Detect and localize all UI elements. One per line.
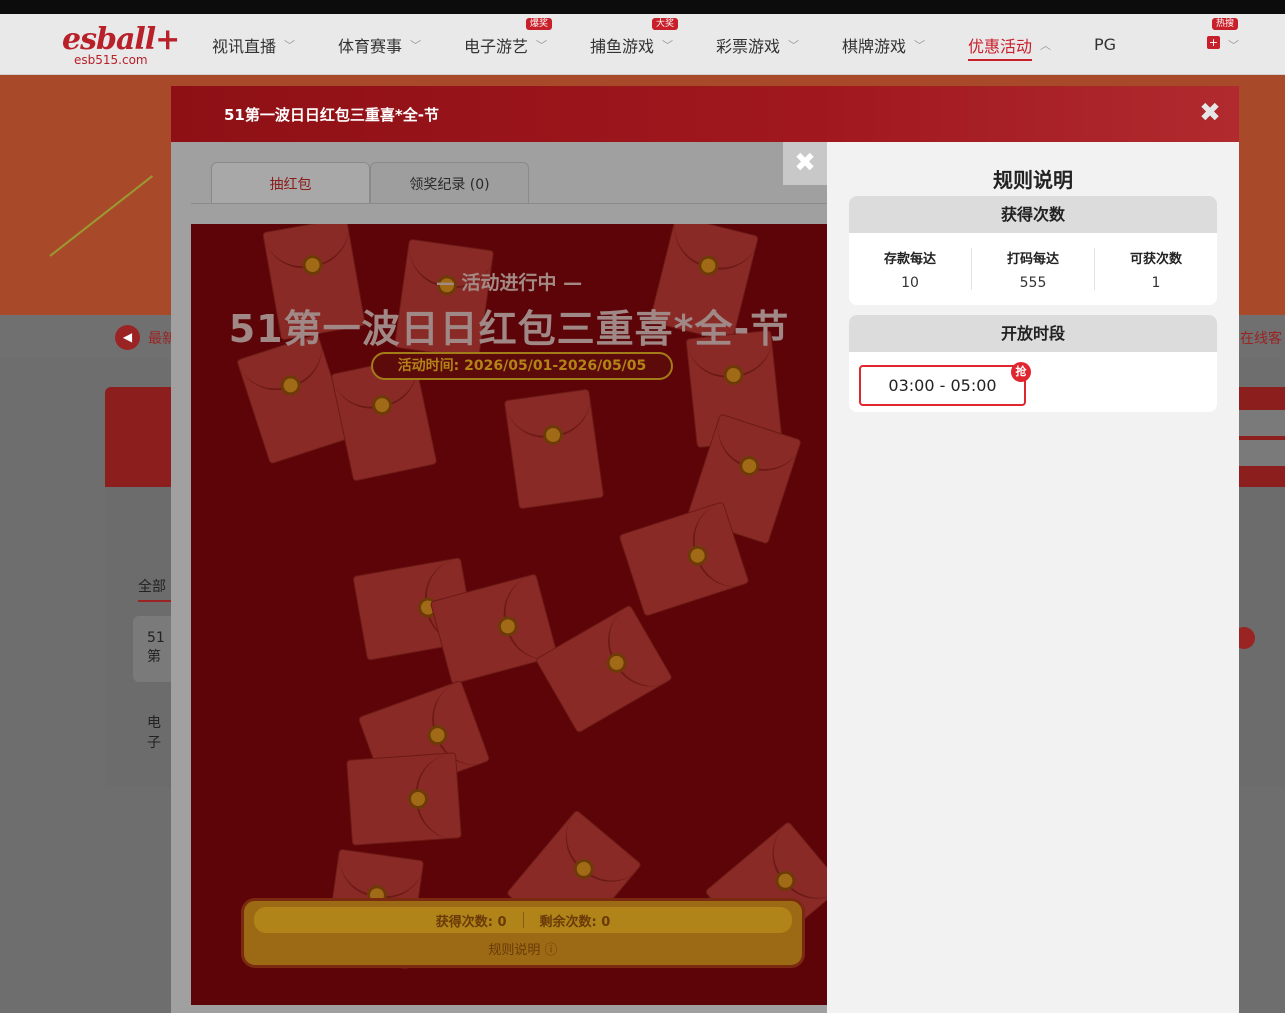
- promo-card-title: 电子: [147, 715, 161, 751]
- plus-icon[interactable]: +: [1207, 36, 1220, 49]
- nav-item-live[interactable]: 视讯直播 ﹀: [212, 14, 338, 75]
- nav-item-promotions[interactable]: 优惠活动 ︿: [968, 14, 1094, 75]
- stat-value: 10: [901, 275, 919, 291]
- nav-item-fishing[interactable]: 大奖捕鱼游戏 ﹀: [590, 14, 716, 75]
- nav-badge: 爆奖: [526, 18, 553, 30]
- chevron-down-icon: ﹀: [536, 38, 548, 52]
- stat-label: 可获次数: [1129, 252, 1182, 267]
- chevron-down-icon: ﹀: [788, 38, 800, 52]
- chevron-down-icon: ﹀: [410, 38, 422, 52]
- rules-title: 规则说明: [993, 168, 1073, 192]
- speaker-icon: ◀: [115, 325, 140, 350]
- stat-label: 存款每达: [883, 252, 936, 267]
- coin-icon: [541, 423, 565, 447]
- site-header: esball+ esb515.com 视讯直播 ﹀ 体育赛事 ﹀ 爆奖电子游艺 ﹀ 大…: [0, 14, 1285, 75]
- rules-link[interactable]: 规则说明 ⓘ: [244, 939, 802, 958]
- chevron-down-icon: ﹀: [662, 38, 674, 52]
- obtained-count: 获得次数: 0: [435, 914, 507, 930]
- earn-stats: 存款每达 10 打码每达 555 可获次数 1: [849, 233, 1217, 305]
- promo-card[interactable]: 51第: [133, 616, 173, 682]
- nav-item-lottery[interactable]: 彩票游戏 ﹀: [716, 14, 842, 75]
- nav-label: 体育赛事: [338, 36, 403, 56]
- nav-item-cards[interactable]: 棋牌游戏 ﹀: [842, 14, 968, 75]
- tabs-divider: [191, 203, 827, 204]
- open-period-card: 开放时段 03:00 - 05:00 抢: [849, 315, 1217, 412]
- coin-icon: [407, 788, 429, 810]
- activity-date: 活动时间: 2026/05/01-2026/05/05: [371, 352, 673, 380]
- stage-title: 51第一波日日红包三重喜*全-节: [228, 307, 790, 351]
- nav-label: 彩票游戏: [716, 36, 781, 56]
- coin-icon: [278, 372, 304, 398]
- red-envelope-stage[interactable]: — 活动进行中 — 51第一波日日红包三重喜*全-节 活动时间: 2026/05…: [191, 224, 827, 1005]
- tab-reward-records[interactable]: 领奖纪录 (0): [370, 162, 529, 204]
- nav-label: PG: [1094, 35, 1117, 54]
- main-nav: 视讯直播 ﹀ 体育赛事 ﹀ 爆奖 电子游艺 ﹀ 大奖 捕鱼游戏 ﹀ 彩票游戏 ﹀ 棋牌游戏 ﹀ …: [212, 14, 1280, 75]
- coin-icon: [370, 393, 394, 417]
- stat-value: 1: [1151, 275, 1161, 291]
- grab-badge: 抢: [1011, 362, 1031, 382]
- open-period-heading: 开放时段: [849, 315, 1217, 352]
- nav-item-pg[interactable]: PG: [1094, 14, 1220, 75]
- stat-value: 555: [1019, 275, 1047, 291]
- nav-item-sports[interactable]: 体育赛事 ﹀: [338, 14, 464, 75]
- site-logo[interactable]: esball+ esb515.com: [60, 22, 180, 70]
- chevron-up-icon: ︿: [1040, 38, 1052, 52]
- chevron-down-icon: ﹀: [914, 38, 926, 52]
- nav-badge: 热搜: [1212, 18, 1239, 30]
- logo-wordmark: esball+: [62, 22, 180, 57]
- nav-item-hot[interactable]: 热搜 ﹀: [1212, 14, 1280, 75]
- coin-icon: [569, 854, 598, 884]
- stat-times: 可获次数 1: [1095, 248, 1217, 291]
- count-bar: 获得次数: 0 剩余次数: 0: [254, 907, 792, 933]
- nav-label: 电子游艺: [464, 36, 529, 56]
- coin-icon: [685, 543, 711, 569]
- close-icon[interactable]: ✖: [783, 142, 827, 185]
- modal-header: 51第一波日日红包三重喜*全-节 ✖: [171, 86, 1239, 142]
- coin-icon: [495, 614, 521, 639]
- coin-icon: [424, 722, 451, 748]
- divider: [522, 912, 524, 928]
- earn-count-card: 获得次数 存款每达 10 打码每达 555 可获次数 1: [849, 196, 1217, 305]
- tab-red-envelope[interactable]: 抽红包: [211, 162, 370, 204]
- promo-card[interactable]: 电子: [133, 700, 173, 760]
- logo-domain: esb515.com: [74, 53, 148, 67]
- close-icon[interactable]: ✖: [1197, 100, 1223, 126]
- modal-title: 51第一波日日红包三重喜*全-节: [224, 106, 439, 124]
- stat-bet: 打码每达 555: [972, 248, 1095, 291]
- nav-label: 优惠活动: [968, 36, 1033, 56]
- stat-label: 打码每达: [1006, 252, 1059, 267]
- stat-deposit: 存款每达 10: [849, 248, 972, 291]
- nav-label: 捕鱼游戏: [590, 36, 655, 56]
- envelope-decoration: [346, 752, 462, 846]
- coin-icon: [722, 363, 745, 386]
- coin-icon: [771, 866, 800, 895]
- top-strip: [0, 0, 1285, 14]
- banner-decoration: [49, 175, 154, 257]
- modal-tabs: 抽红包 领奖纪录 (0): [211, 162, 529, 204]
- envelope-decoration: [503, 388, 605, 510]
- side-tag[interactable]: [1238, 410, 1285, 436]
- nav-label: 棋牌游戏: [842, 36, 907, 56]
- nav-badge: 大奖: [652, 18, 679, 30]
- chevron-down-icon: ﹀: [1228, 38, 1239, 52]
- remaining-count: 剩余次数: 0: [539, 914, 611, 930]
- promo-card-title: 51第: [147, 630, 165, 665]
- chevron-down-icon: ﹀: [284, 38, 296, 52]
- stage-status: — 活动进行中 —: [435, 272, 583, 294]
- nav-item-slots[interactable]: 爆奖电子游艺 ﹀: [464, 14, 590, 75]
- nav-label: 视讯直播: [212, 36, 277, 56]
- coin-icon: [602, 649, 631, 677]
- coin-icon: [736, 453, 762, 479]
- online-service-link[interactable]: 在线客: [1240, 328, 1282, 348]
- rules-panel: 规则说明 获得次数 存款每达 10 打码每达 555 可获次数 1 开放时段 0…: [827, 142, 1239, 1013]
- earn-count-heading: 获得次数: [849, 196, 1217, 233]
- envelope-decoration: [236, 333, 352, 465]
- envelope-decoration: [534, 604, 674, 734]
- promo-modal: 51第一波日日红包三重喜*全-节 ✖ 抽红包 领奖纪录 (0) — 活动进行中 …: [171, 86, 1239, 1013]
- side-tag[interactable]: [1238, 440, 1285, 466]
- count-panel: 获得次数: 0 剩余次数: 0 规则说明 ⓘ: [241, 898, 805, 968]
- time-slot[interactable]: 03:00 - 05:00: [859, 365, 1026, 406]
